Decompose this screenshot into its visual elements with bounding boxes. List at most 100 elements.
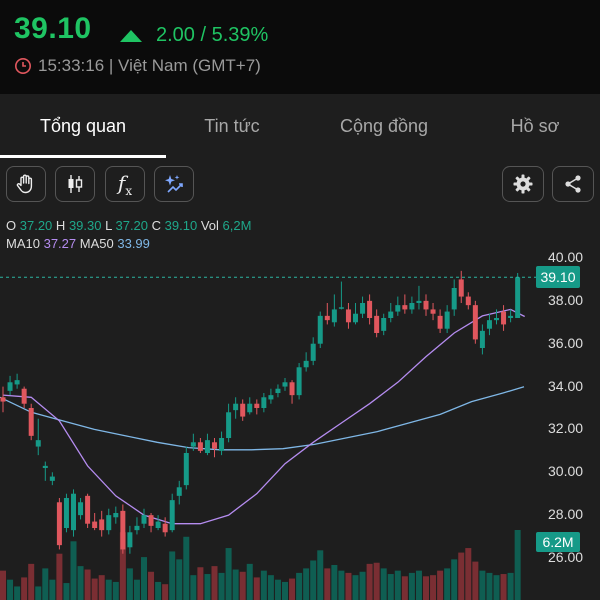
- volume-bar: [63, 583, 70, 600]
- candle-body: [190, 442, 196, 447]
- ma10-line: [2, 308, 525, 525]
- volume-bar: [112, 581, 119, 600]
- change-text: 2.00 / 5.39%: [156, 24, 269, 46]
- candle-body: [71, 493, 76, 531]
- volume-bar: [289, 578, 296, 600]
- volume-bar: [366, 563, 373, 600]
- volume-bar: [394, 570, 401, 600]
- y-tick-label: 34.00: [548, 377, 584, 394]
- up-arrow-icon: [120, 29, 142, 42]
- candle-body: [465, 296, 471, 306]
- candle-body: [204, 440, 210, 453]
- volume-bar: [500, 574, 507, 600]
- chart-type-button[interactable]: [55, 166, 95, 202]
- candle-body: [240, 403, 246, 417]
- candle-body: [494, 318, 499, 321]
- candlestick-icon: [68, 175, 83, 193]
- candle-body: [0, 397, 6, 402]
- volume-bar: [239, 571, 246, 600]
- share-button[interactable]: [552, 166, 594, 202]
- volume-bar: [324, 568, 331, 600]
- candle-body: [56, 502, 62, 546]
- last-price: 39.10: [14, 12, 92, 45]
- volume-bar: [162, 584, 169, 600]
- candle-body: [508, 315, 514, 318]
- candle-body: [338, 307, 344, 309]
- current-volume-tag: 6.2M: [536, 532, 580, 552]
- candle-body: [381, 318, 387, 331]
- volume-bar: [267, 575, 274, 600]
- y-tick-label: 36.00: [548, 334, 584, 351]
- volume-bar: [380, 568, 387, 600]
- candle-body: [331, 309, 337, 323]
- timestamp: 15:33:16 | Việt Nam (GMT+7): [14, 56, 261, 76]
- volume-bar: [423, 576, 429, 600]
- indicators-button[interactable]: fx: [105, 166, 145, 202]
- candle-body: [247, 403, 253, 413]
- candle-body: [360, 303, 366, 314]
- volume-bar: [465, 548, 472, 600]
- tab-community[interactable]: Cộng đồng: [298, 94, 470, 158]
- volume-bar: [190, 575, 197, 600]
- tab-profile[interactable]: Hồ sơ: [470, 94, 600, 158]
- candle-body: [78, 502, 84, 516]
- volume-bar: [507, 572, 514, 600]
- volume-bar: [98, 575, 105, 600]
- candle-body: [282, 382, 288, 387]
- y-tick-label: 32.00: [548, 420, 584, 437]
- tab-news[interactable]: Tin tức: [166, 94, 298, 158]
- price-change: 2.00 / 5.39%: [120, 24, 268, 47]
- candle-body: [353, 313, 358, 323]
- candle-body: [169, 500, 175, 531]
- volume-bar: [310, 560, 317, 600]
- ai-analysis-button[interactable]: [154, 166, 194, 202]
- tab-overview[interactable]: Tổng quan: [0, 94, 166, 158]
- candle-body: [395, 305, 401, 312]
- candle-body: [486, 320, 492, 329]
- volume-bar: [444, 568, 451, 600]
- price-chart[interactable]: O 37.20 H 39.30 L 37.20 C 39.10 Vol 6,2M…: [0, 214, 600, 600]
- candle-body: [472, 305, 478, 340]
- volume-bar: [303, 568, 310, 600]
- candle-body: [303, 360, 309, 368]
- time-text: 15:33:16 | Việt Nam (GMT+7): [38, 56, 261, 75]
- candle-body: [113, 513, 119, 518]
- ma50-line: [0, 386, 525, 451]
- candle-body: [317, 315, 323, 344]
- volume-bar: [479, 570, 486, 600]
- candle-body: [296, 367, 302, 396]
- volume-bar: [317, 550, 324, 600]
- candle-body: [388, 311, 394, 318]
- clock-icon: [15, 58, 31, 74]
- candle-body: [35, 440, 41, 447]
- candle-body: [120, 510, 126, 550]
- volume-bar: [472, 561, 479, 600]
- chart-settings-button[interactable]: [502, 166, 544, 202]
- candle-body: [345, 309, 351, 323]
- hand-icon: [16, 174, 33, 194]
- volume-bar: [387, 574, 394, 600]
- candle-body: [416, 300, 422, 303]
- candle-body: [212, 442, 217, 449]
- volume-bar: [218, 572, 225, 600]
- candle-body: [183, 453, 189, 486]
- candle-body: [261, 397, 267, 408]
- volume-bar: [451, 559, 458, 600]
- candle-body: [14, 380, 20, 385]
- volume-bar: [126, 568, 133, 600]
- volume-bar: [246, 563, 253, 600]
- volume-bar: [232, 569, 239, 600]
- candle-body: [367, 300, 373, 318]
- candle-body: [155, 521, 161, 528]
- volume-bar: [28, 563, 35, 600]
- candle-body: [49, 476, 55, 481]
- candle-body: [99, 519, 105, 531]
- volume-bar: [77, 566, 84, 600]
- candle-body: [92, 521, 98, 528]
- current-price-tag: 39.10: [536, 266, 580, 289]
- volume-bar: [49, 579, 56, 600]
- candle-body: [106, 515, 112, 531]
- candle-body: [324, 315, 330, 321]
- volume-bar: [197, 567, 204, 600]
- drawing-tool-button[interactable]: [6, 166, 46, 202]
